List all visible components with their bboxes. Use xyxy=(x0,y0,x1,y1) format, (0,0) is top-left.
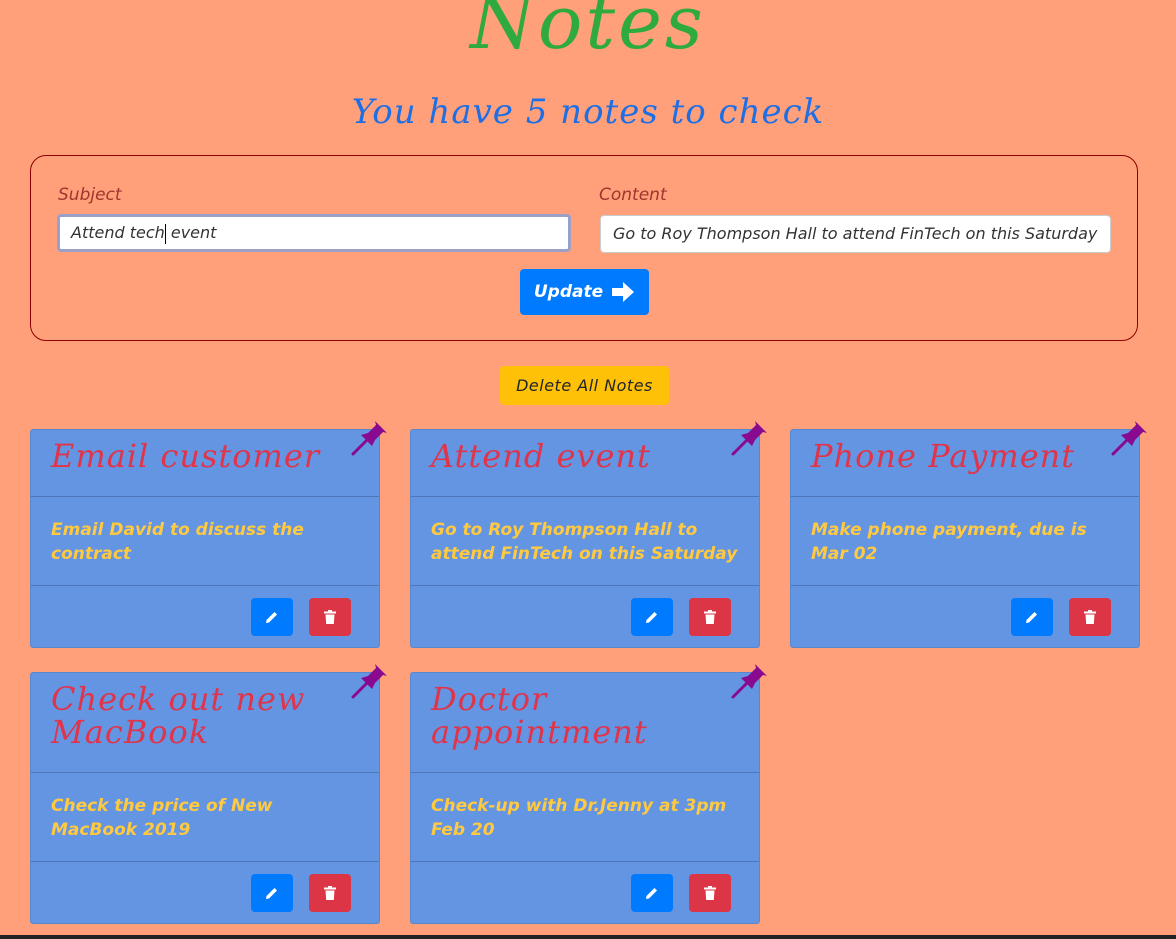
note-header: Phone Payment xyxy=(791,421,1147,497)
edit-note-button[interactable] xyxy=(251,874,293,912)
note-body: Email David to discuss the contract xyxy=(31,497,379,586)
trash-icon xyxy=(1084,610,1096,624)
delete-note-button[interactable] xyxy=(1069,598,1111,636)
note-footer xyxy=(791,586,1139,648)
note-title: Phone Payment xyxy=(811,437,1076,475)
trash-icon xyxy=(324,886,336,900)
note-title: Doctor appointment xyxy=(431,680,648,751)
note-footer xyxy=(31,862,379,924)
trash-icon xyxy=(704,610,716,624)
pencil-icon xyxy=(266,612,277,623)
note-card: Check out new MacBook Check the price of… xyxy=(30,664,387,924)
note-header: Check out new MacBook xyxy=(31,664,387,773)
note-content: Check the price of New MacBook 2019 xyxy=(51,796,273,840)
note-header: Attend event xyxy=(411,421,767,497)
window-bottom-edge xyxy=(0,935,1176,939)
pushpin-icon xyxy=(1111,421,1147,456)
note-footer xyxy=(411,586,759,648)
note-body: Go to Roy Thompson Hall to attend FinTec… xyxy=(411,497,759,586)
pencil-icon xyxy=(266,888,277,899)
content-input[interactable]: Go to Roy Thompson Hall to attend FinTec… xyxy=(600,215,1111,253)
delete-note-button[interactable] xyxy=(309,598,351,636)
notes-count-subtitle: You have 5 notes to check xyxy=(351,92,825,132)
pencil-icon xyxy=(646,888,657,899)
trash-icon xyxy=(324,610,336,624)
app-title: Notes xyxy=(470,0,706,66)
update-button[interactable]: Update xyxy=(520,269,649,315)
edit-note-button[interactable] xyxy=(631,874,673,912)
note-form: Subject Attend tech event Content Go to … xyxy=(30,155,1138,341)
delete-all-notes-button[interactable]: Delete All Notes xyxy=(500,366,669,405)
note-card: Attend event Go to Roy Thompson Hall to … xyxy=(410,421,767,648)
note-content: Check-up with Dr.Jenny at 3pm Feb 20 xyxy=(431,796,727,840)
note-body: Make phone payment, due is Mar 02 xyxy=(791,497,1139,586)
edit-note-button[interactable] xyxy=(631,598,673,636)
note-content: Make phone payment, due is Mar 02 xyxy=(811,520,1087,564)
note-header: Doctor appointment xyxy=(411,664,767,773)
pushpin-icon xyxy=(731,664,767,699)
subject-value-before-caret: Attend tech xyxy=(71,223,165,242)
trash-icon xyxy=(704,886,716,900)
pushpin-icon xyxy=(731,421,767,456)
arrow-right-icon xyxy=(611,281,635,303)
note-card: Phone Payment Make phone payment, due is… xyxy=(790,421,1147,648)
note-content: Go to Roy Thompson Hall to attend FinTec… xyxy=(431,520,738,564)
delete-note-button[interactable] xyxy=(689,598,731,636)
pencil-icon xyxy=(646,612,657,623)
subject-input[interactable]: Attend tech event xyxy=(57,214,571,252)
pushpin-icon xyxy=(351,664,387,699)
note-footer xyxy=(31,586,379,648)
delete-note-button[interactable] xyxy=(689,874,731,912)
note-content: Email David to discuss the contract xyxy=(51,520,304,564)
content-label: Content xyxy=(599,185,667,205)
edit-note-button[interactable] xyxy=(251,598,293,636)
subject-label: Subject xyxy=(58,185,122,205)
note-card: Doctor appointment Check-up with Dr.Jenn… xyxy=(410,664,767,924)
note-header: Email customer xyxy=(31,421,387,497)
note-title: Check out new MacBook xyxy=(51,680,306,751)
note-body: Check-up with Dr.Jenny at 3pm Feb 20 xyxy=(411,773,759,862)
note-title: Email customer xyxy=(51,437,321,475)
edit-note-button[interactable] xyxy=(1011,598,1053,636)
subject-value-after-caret: event xyxy=(165,223,217,242)
note-footer xyxy=(411,862,759,924)
delete-note-button[interactable] xyxy=(309,874,351,912)
pushpin-icon xyxy=(351,421,387,456)
pencil-icon xyxy=(1026,612,1037,623)
note-body: Check the price of New MacBook 2019 xyxy=(31,773,379,862)
update-button-label: Update xyxy=(533,282,604,302)
note-title: Attend event xyxy=(431,437,651,475)
note-card: Email customer Email David to discuss th… xyxy=(30,421,387,648)
